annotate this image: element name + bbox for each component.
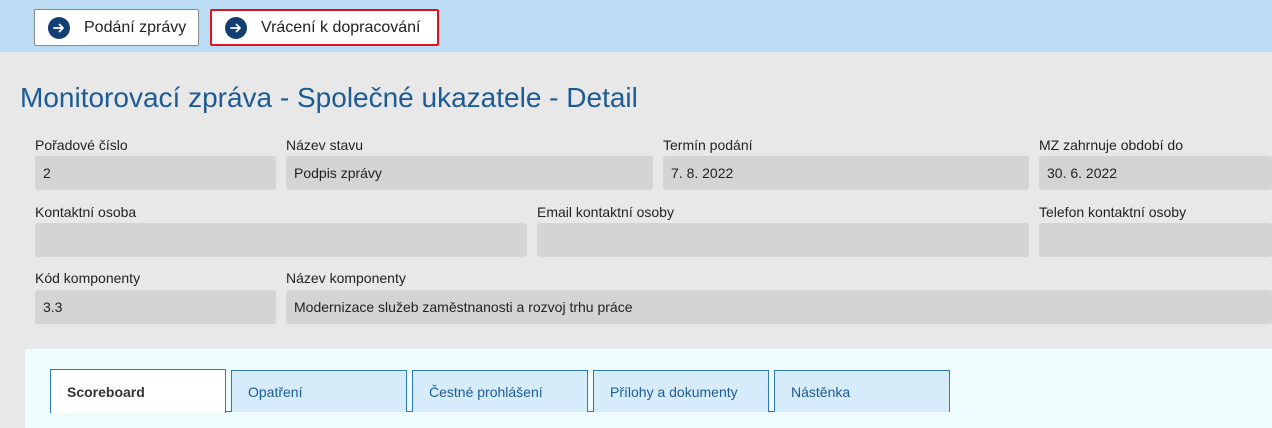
contact-phone-label: Telefon kontaktní osoby bbox=[1039, 204, 1187, 220]
component-code-field: 3.3 bbox=[35, 290, 276, 324]
contact-email-field bbox=[537, 223, 1029, 257]
contact-email-label: Email kontaktní osoby bbox=[537, 204, 674, 220]
submit-deadline-label: Termín podání bbox=[663, 137, 753, 153]
action-toolbar: Podání zprávy Vrácení k dopracování bbox=[0, 0, 1272, 52]
return-for-revision-label: Vrácení k dopracování bbox=[261, 18, 421, 36]
period-to-field: 30. 6. 2022 bbox=[1039, 156, 1272, 190]
contact-phone-field bbox=[1039, 223, 1272, 257]
period-to-label: MZ zahrnuje období do bbox=[1039, 137, 1183, 153]
state-name-label: Název stavu bbox=[286, 137, 364, 153]
component-code-label: Kód komponenty bbox=[35, 270, 141, 286]
submit-report-button[interactable]: Podání zprávy bbox=[34, 9, 199, 46]
submit-report-label: Podání zprávy bbox=[84, 18, 187, 36]
component-name-field: Modernizace služeb zaměstnanosti a rozvo… bbox=[286, 290, 1272, 324]
contact-person-label: Kontaktní osoba bbox=[35, 204, 137, 220]
component-name-label: Název komponenty bbox=[286, 270, 406, 286]
order-number-field: 2 bbox=[35, 156, 276, 190]
return-for-revision-button[interactable]: Vrácení k dopracování bbox=[210, 9, 439, 46]
tab-declaration[interactable]: Čestné prohlášení bbox=[412, 370, 588, 412]
page-title: Monitorovací zpráva - Společné ukazatele… bbox=[20, 82, 638, 113]
order-number-label: Pořadové číslo bbox=[35, 137, 128, 153]
submit-deadline-field: 7. 8. 2022 bbox=[663, 156, 1029, 190]
arrow-right-circle-icon bbox=[225, 16, 247, 39]
state-name-field: Podpis zprávy bbox=[286, 156, 653, 190]
tab-measures[interactable]: Opatření bbox=[231, 370, 407, 412]
tab-scoreboard[interactable]: Scoreboard bbox=[50, 369, 226, 413]
contact-person-field bbox=[35, 223, 527, 257]
tab-noticeboard[interactable]: Nástěnka bbox=[774, 370, 950, 412]
arrow-right-circle-icon bbox=[48, 16, 70, 39]
tab-attachments[interactable]: Přílohy a dokumenty bbox=[593, 370, 769, 412]
